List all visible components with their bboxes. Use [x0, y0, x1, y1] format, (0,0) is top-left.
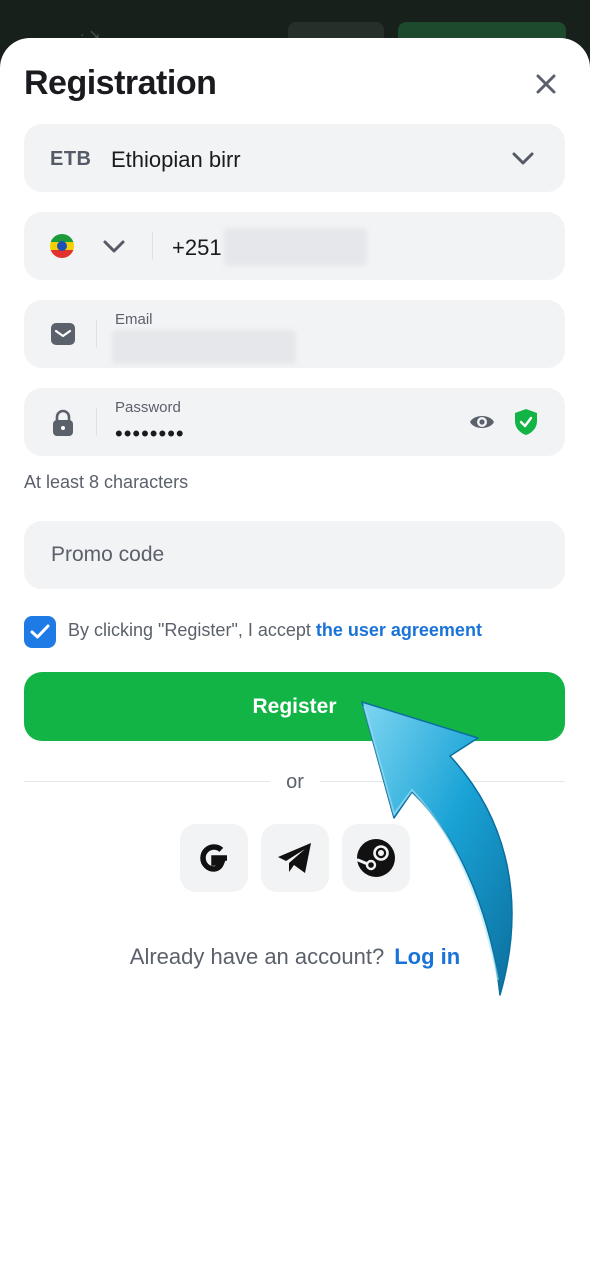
- currency-name: Ethiopian birr: [111, 147, 241, 172]
- agreement-prefix: By clicking "Register", I accept: [68, 620, 316, 640]
- mail-icon: [51, 323, 75, 345]
- agreement-text: By clicking "Register", I accept the use…: [68, 620, 482, 641]
- email-divider: [96, 320, 97, 348]
- password-value: ••••••••: [115, 421, 185, 446]
- telegram-icon: [278, 843, 311, 873]
- email-value-redacted: [112, 330, 296, 364]
- login-prompt: Already have an account?: [129, 944, 385, 969]
- country-code-chevron-icon[interactable]: [102, 234, 126, 258]
- eye-icon[interactable]: [468, 411, 496, 433]
- currency-select[interactable]: ETB Ethiopian birr: [24, 124, 565, 192]
- currency-code: ETB: [50, 148, 92, 170]
- check-icon: [30, 624, 50, 639]
- email-label: Email: [115, 311, 153, 328]
- password-field[interactable]: Password ••••••••: [24, 388, 565, 456]
- password-hint: At least 8 characters: [24, 472, 189, 492]
- email-field[interactable]: Email: [24, 300, 565, 368]
- password-divider: [96, 408, 97, 436]
- phone-prefix: +251: [172, 235, 222, 260]
- telegram-login-button[interactable]: [261, 824, 329, 892]
- arrow-annotation: [361, 701, 513, 996]
- phone-field[interactable]: +251: [24, 212, 565, 280]
- google-login-button[interactable]: [180, 824, 248, 892]
- password-label: Password: [115, 399, 181, 416]
- google-icon: [200, 844, 227, 872]
- promo-code-field[interactable]: Promo code: [24, 521, 565, 589]
- registration-sheet: Registration ETB Ethiopian birr +251 Ema…: [0, 38, 590, 1280]
- promo-code-placeholder: Promo code: [51, 543, 165, 566]
- agreement-checkbox[interactable]: [24, 616, 56, 648]
- phone-number-redacted: [224, 228, 367, 266]
- chevron-down-icon: [512, 152, 534, 165]
- close-icon: [536, 74, 556, 94]
- ethiopia-flag-icon: [50, 234, 74, 258]
- phone-divider: [152, 232, 153, 260]
- close-button[interactable]: [528, 66, 564, 102]
- lock-icon: [53, 409, 73, 436]
- modal-title: Registration: [24, 64, 217, 102]
- shield-check-icon: [515, 409, 537, 435]
- user-agreement-link[interactable]: the user agreement: [316, 620, 482, 640]
